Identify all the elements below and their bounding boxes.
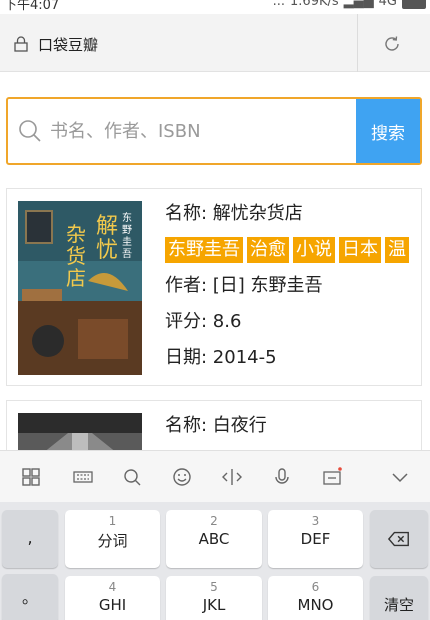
key-5[interactable]: 5 JKL xyxy=(166,576,262,620)
key-6[interactable]: 6 MNO xyxy=(268,576,363,620)
grid-icon[interactable] xyxy=(20,466,42,488)
book-tag[interactable]: 日本 xyxy=(339,237,381,263)
book-date: 日期: 2014-5 xyxy=(165,347,277,368)
search-box: 搜索 xyxy=(6,97,422,165)
status-dots: ... xyxy=(272,0,286,9)
emoji-icon[interactable] xyxy=(171,466,193,488)
cover-title-4: 货 xyxy=(66,244,86,268)
book-author: 作者: [日] 东野圭吾 xyxy=(165,275,323,296)
book-card[interactable]: 解 忧 杂 货 店 东 野 圭 吾 名称: 解忧杂货店 东野圭吾 治愈 小说 日… xyxy=(6,188,422,386)
clear-key[interactable]: 清空 xyxy=(370,576,428,620)
book-name: 名称: 解忧杂货店 xyxy=(165,203,303,224)
book-tag[interactable]: 东野圭吾 xyxy=(165,237,243,263)
search-icon xyxy=(19,120,41,142)
address-bar[interactable]: 口袋豆瓣 xyxy=(0,14,430,72)
backspace-icon xyxy=(387,531,409,547)
book-rating: 评分: 8.6 xyxy=(165,311,242,332)
status-bar: 下午4:07 ... 1.69K/s ▂▄▆ 4G xyxy=(0,0,430,14)
cover-author-1: 东 xyxy=(122,211,132,224)
refresh-icon[interactable] xyxy=(382,34,402,54)
search-icon[interactable] xyxy=(121,466,143,488)
key-4[interactable]: 4 GHI xyxy=(65,576,160,620)
search-input[interactable] xyxy=(50,115,350,147)
keyboard-icon[interactable] xyxy=(72,466,94,488)
book-tags: 东野圭吾 治愈 小说 日本 温 xyxy=(165,237,421,273)
cover-title-1: 解 xyxy=(96,214,118,239)
key-1[interactable]: 1 分词 xyxy=(65,510,160,568)
network-speed: 1.69K/s xyxy=(290,0,339,9)
key-3[interactable]: 3 DEF xyxy=(268,510,363,568)
signal-icon: ▂▄▆ xyxy=(343,0,374,9)
book-tag[interactable]: 温 xyxy=(385,237,409,263)
book-name: 名称: 白夜行 xyxy=(165,415,267,436)
network-type: 4G xyxy=(378,0,397,9)
book-tag[interactable]: 治愈 xyxy=(247,237,289,263)
site-name[interactable]: 口袋豆瓣 xyxy=(38,34,98,55)
book-cover-image: 解 忧 杂 货 店 东 野 圭 吾 xyxy=(18,201,142,375)
key-2[interactable]: 2 ABC xyxy=(166,510,262,568)
clipboard-icon[interactable] xyxy=(321,466,343,488)
battery-icon xyxy=(402,0,426,9)
book-tag[interactable]: 小说 xyxy=(293,237,335,263)
cursor-icon[interactable] xyxy=(221,466,243,488)
search-button[interactable]: 搜索 xyxy=(356,99,420,163)
key-comma[interactable]: , xyxy=(2,510,58,568)
status-right: ... 1.69K/s ▂▄▆ 4G xyxy=(273,0,426,9)
microphone-icon[interactable] xyxy=(271,466,293,488)
status-time: 下午4:07 xyxy=(4,0,60,13)
cover-title-3: 杂 xyxy=(66,222,86,246)
cover-title-5: 店 xyxy=(66,266,86,290)
keyboard: , 。 1 分词 2 ABC 3 DEF 4 GHI 5 JKL 6 MNO 清… xyxy=(0,502,430,620)
cover-title-2: 忧 xyxy=(96,238,118,263)
backspace-key[interactable] xyxy=(370,510,428,568)
cover-author-3: 圭 xyxy=(122,235,132,248)
address-divider xyxy=(357,14,358,72)
keyboard-toolbar xyxy=(0,450,430,502)
cover-author-2: 野 xyxy=(122,224,132,236)
lock-icon xyxy=(14,36,28,52)
cover-author-4: 吾 xyxy=(122,248,132,260)
book-info: 名称: 解忧杂货店 东野圭吾 治愈 小说 日本 温 作者: [日] 东野圭吾 评… xyxy=(165,201,421,381)
key-period[interactable]: 。 xyxy=(2,574,58,620)
collapse-icon[interactable] xyxy=(389,466,411,488)
